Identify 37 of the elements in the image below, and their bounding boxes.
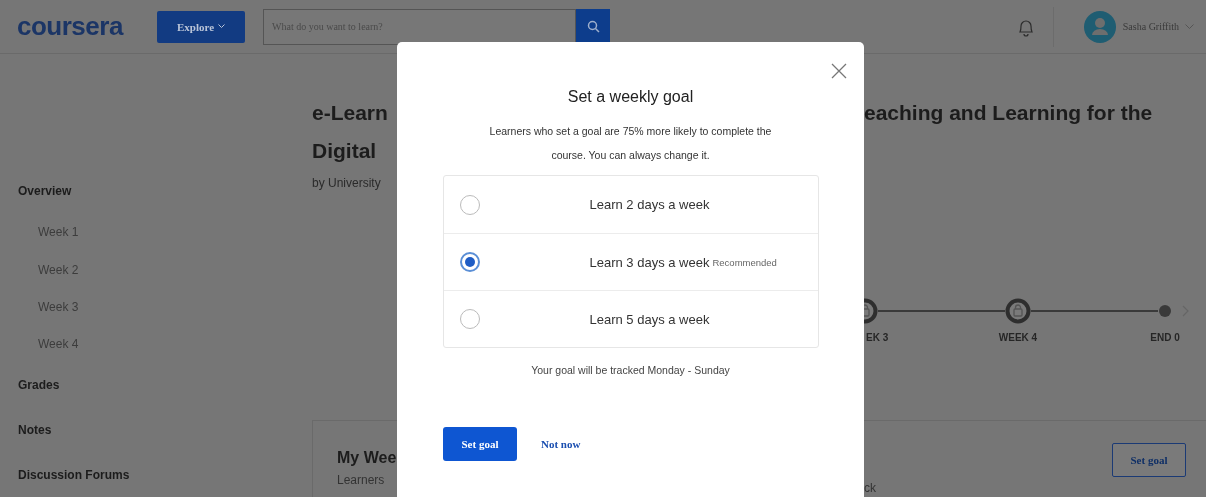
sidebar-item[interactable]: Overview [18,169,300,214]
sidebar-subitem[interactable]: Week 1 [18,213,300,251]
course-title: e-Learn [311,100,389,126]
sidebar-item[interactable]: Notes [18,407,300,453]
search-icon [586,20,600,33]
set-goal-button[interactable]: Set goal [443,427,517,461]
option-label: Learn 5 days a week [589,311,710,327]
logo[interactable]: coursera [17,11,157,42]
card-text: Learners [337,473,386,487]
chevron-down-icon [218,24,226,29]
radio-button[interactable] [459,252,480,272]
sidebar-item[interactable]: Discussion Forums [18,452,300,497]
sidebar-item[interactable]: Grades [18,362,300,408]
timeline-label: EK 3 [866,331,889,343]
sidebar-subitem[interactable]: Week 4 [18,325,300,363]
explore-button[interactable]: Explore [157,10,245,43]
course-title: eaching and Learning for the [864,100,1154,126]
avatar-icon[interactable] [1083,10,1116,43]
course-title: Digital [311,138,378,164]
option-label: Learn 3 days a week [589,254,710,270]
timeline-label: WEEK 4 [998,331,1038,343]
close-button[interactable] [830,62,848,80]
not-now-link[interactable]: Not now [541,438,581,450]
search-button[interactable] [576,8,610,45]
card-text: ck [864,481,876,497]
chevron-down-icon [1185,23,1194,30]
sidebar-subitem[interactable]: Week 3 [18,288,300,326]
option-label: Learn 2 days a week [589,197,710,212]
timeline-label: END 0 [1150,331,1180,343]
tracking-note: Your goal will be tracked Monday - Sunday [531,364,730,376]
card-title: My Wee [337,449,397,467]
recommended-label: Recommended [712,256,777,268]
sidebar-subitem[interactable]: Week 2 [18,251,300,289]
dialog-title: Set a weekly goal [567,88,694,106]
set-goal-button[interactable]: Set goal [1112,443,1186,477]
dialog-description: Learners who set a goal are 75% more likely to complete the course. You can always change it. [488,124,773,163]
course-byline: by University [311,176,382,190]
